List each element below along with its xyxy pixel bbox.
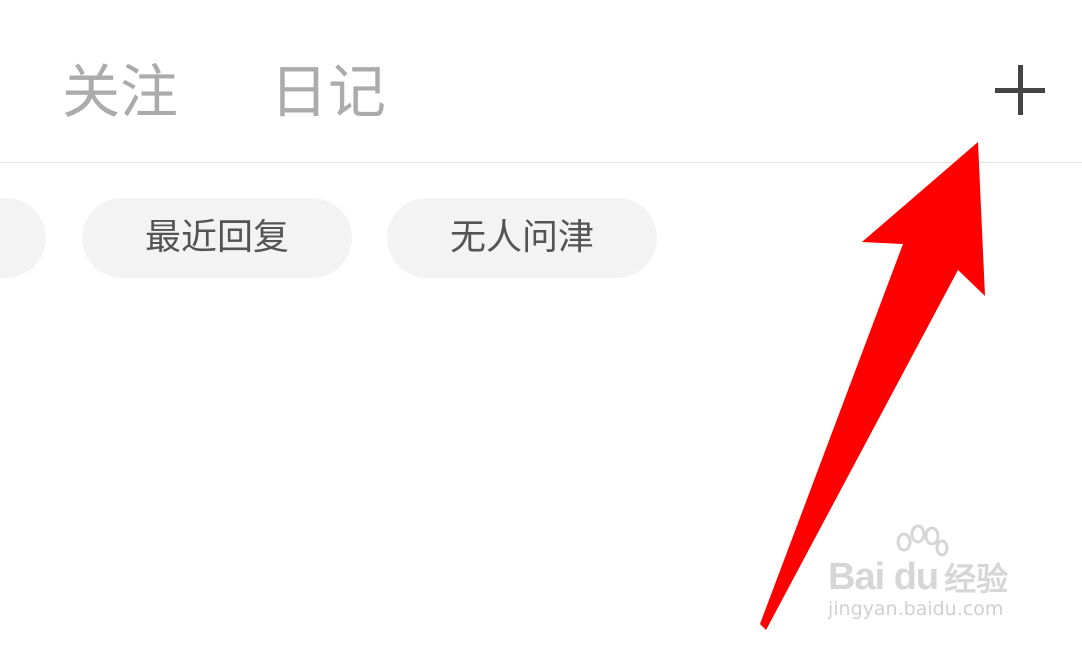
filter-chip-recent-replies[interactable]: 最近回复: [82, 198, 352, 278]
watermark-brand: Bai du: [828, 555, 939, 598]
header-divider: [0, 162, 1082, 163]
app-screen: 关注 日记 最近回复 无人问津 Bai du 经验 jingyan.baidu.…: [0, 0, 1082, 646]
baidu-jingyan-watermark: Bai du 经验 jingyan.baidu.com: [828, 524, 1038, 624]
plus-icon: [995, 65, 1045, 115]
add-button[interactable]: [992, 62, 1048, 118]
filter-chip-partial[interactable]: [0, 198, 46, 278]
filter-chip-unanswered[interactable]: 无人问津: [387, 198, 657, 278]
tab-follow[interactable]: 关注: [62, 52, 178, 132]
paw-logo-icon: [896, 524, 949, 557]
watermark-product: 经验: [944, 560, 1009, 598]
watermark-logo-row: Bai du 经验: [828, 552, 1008, 602]
tab-diary[interactable]: 日记: [270, 52, 386, 132]
watermark-url: jingyan.baidu.com: [828, 598, 1004, 620]
